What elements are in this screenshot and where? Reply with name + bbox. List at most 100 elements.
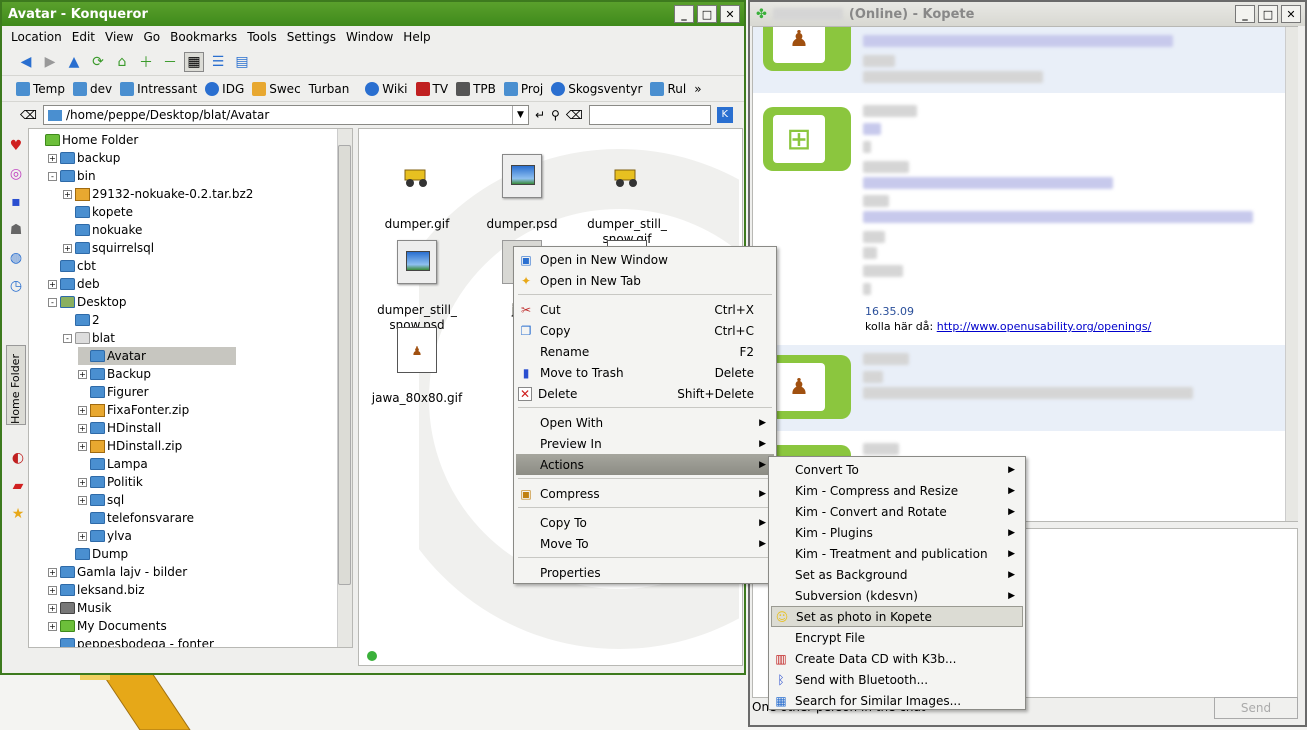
submenu-item[interactable]: ᛒ Send with Bluetooth... — [771, 669, 1023, 690]
services-icon[interactable]: ☗ — [6, 220, 26, 240]
expand-icon[interactable]: + — [63, 243, 72, 253]
bookmark-tv[interactable]: TV — [415, 81, 448, 96]
expand-icon[interactable]: + — [63, 189, 72, 199]
tree-item[interactable]: + FixaFonter.zip — [78, 401, 189, 419]
send-button[interactable]: Send — [1214, 697, 1298, 719]
submenu-item[interactable]: Subversion (kdesvn) ▶ — [771, 585, 1023, 606]
submenu-item[interactable]: ▥ Create Data CD with K3b... — [771, 648, 1023, 669]
tree-item[interactable]: + Politik — [78, 473, 143, 491]
tree-item[interactable]: Figurer — [78, 383, 149, 401]
menu-item-open-new-tab[interactable]: ✦ Open in New Tab — [516, 270, 774, 291]
system-folder-icon[interactable]: ▰ — [8, 476, 28, 496]
zoom-in-icon[interactable]: ＋ — [136, 52, 156, 72]
bookmark-turban[interactable]: Turban — [309, 82, 350, 96]
submenu-item[interactable]: Kim - Plugins ▶ — [771, 522, 1023, 543]
tree-item[interactable]: nokuake — [63, 221, 142, 239]
expand-icon[interactable]: + — [48, 279, 57, 289]
devices-icon[interactable]: ▪ — [6, 192, 26, 212]
menu-tools[interactable]: Tools — [242, 30, 282, 44]
tree-item[interactable]: cbt — [48, 257, 96, 275]
bookmark-tpb[interactable]: TPB — [456, 81, 496, 96]
forward-icon[interactable]: ▶ — [40, 52, 60, 72]
preview-view-icon[interactable]: ▤ — [232, 52, 252, 72]
tree-item[interactable]: + My Documents — [48, 617, 167, 635]
sidebar-tab-home-folder[interactable]: Home Folder — [6, 345, 26, 425]
tree-item[interactable]: Dump — [63, 545, 128, 563]
bookmark-rul[interactable]: Rul — [650, 81, 686, 96]
menu-go[interactable]: Go — [139, 30, 166, 44]
file-item[interactable]: dumper.psd — [472, 141, 572, 232]
expand-icon[interactable]: + — [48, 621, 57, 631]
tree-item[interactable]: + squirrelsql — [63, 239, 154, 257]
minimize-button[interactable]: _ — [674, 5, 694, 23]
tree-item[interactable]: kopete — [63, 203, 133, 221]
expand-icon[interactable]: + — [78, 531, 87, 541]
menu-item-copy[interactable]: ❐ Copy Ctrl+C — [516, 320, 774, 341]
location-input[interactable]: /home/peppe/Desktop/blat/Avatar ▼ — [42, 105, 529, 125]
bookmark-idg[interactable]: IDG — [205, 81, 244, 96]
submenu-item[interactable]: Convert To ▶ — [771, 459, 1023, 480]
tree-scrollbar-thumb[interactable] — [338, 145, 351, 585]
go-icon[interactable]: ↵ — [535, 108, 545, 122]
bookmarks-heart-icon[interactable]: ♥ — [6, 136, 26, 156]
icon-view-icon[interactable]: ▦ — [184, 51, 204, 72]
submenu-item[interactable]: Encrypt File — [771, 627, 1023, 648]
favorites-star-icon[interactable]: ★ — [8, 504, 28, 524]
tree-item[interactable]: peppesbodega - fonter — [48, 635, 214, 647]
more-bookmarks-icon[interactable]: » — [694, 82, 701, 96]
tree-item[interactable]: - Desktop — [48, 293, 127, 311]
tree-item[interactable]: + Backup — [78, 365, 151, 383]
menu-help[interactable]: Help — [398, 30, 435, 44]
menu-item-open-with[interactable]: Open With ▶ — [516, 412, 774, 433]
bookmark-intressant[interactable]: Intressant — [120, 81, 197, 96]
bookmark-skogsventyr[interactable]: Skogsventyr — [551, 81, 642, 96]
menu-item-open-new-window[interactable]: ▣ Open in New Window — [516, 249, 774, 270]
search-provider-icon[interactable]: ⚲ — [551, 108, 560, 122]
clear-location-icon[interactable]: ⌫ — [20, 108, 37, 122]
back-icon[interactable]: ◀ — [16, 52, 36, 72]
tree-item[interactable]: 2 — [63, 311, 100, 329]
menu-location[interactable]: Location — [6, 30, 67, 44]
konqueror-titlebar[interactable]: Avatar - Konqueror _ □ ✕ — [2, 2, 744, 26]
menu-item-move-to[interactable]: Move To ▶ — [516, 533, 774, 554]
network-icon[interactable]: ◍ — [6, 248, 26, 268]
root-folder-icon[interactable]: ◐ — [8, 448, 28, 468]
expand-icon[interactable]: + — [48, 585, 57, 595]
menu-edit[interactable]: Edit — [67, 30, 100, 44]
tree-item[interactable]: telefonsvarare — [78, 509, 194, 527]
tree-root[interactable]: Home Folder — [33, 131, 138, 149]
file-item[interactable]: dumper.gif — [367, 141, 467, 232]
maximize-button[interactable]: □ — [697, 5, 717, 23]
clear-search-icon[interactable]: ⌫ — [566, 108, 583, 122]
submenu-item[interactable]: Kim - Compress and Resize ▶ — [771, 480, 1023, 501]
expand-icon[interactable]: + — [48, 603, 57, 613]
tree-item[interactable]: + ylva — [78, 527, 132, 545]
tree-item[interactable]: Avatar — [78, 347, 236, 365]
menu-window[interactable]: Window — [341, 30, 398, 44]
bookmark-wiki[interactable]: Wiki — [365, 81, 408, 96]
tree-item[interactable]: + Gamla lajv - bilder — [48, 563, 187, 581]
menu-item-properties[interactable]: Properties — [516, 562, 774, 583]
up-icon[interactable]: ▲ — [64, 52, 84, 72]
close-button[interactable]: ✕ — [1281, 5, 1301, 23]
tree-item[interactable]: +29132-nokuake-0.2.tar.bz2 — [63, 185, 253, 203]
close-button[interactable]: ✕ — [720, 5, 740, 23]
chat-scrollbar[interactable] — [1285, 27, 1298, 521]
bookmark-swec[interactable]: Swec — [252, 81, 301, 96]
menu-view[interactable]: View — [100, 30, 138, 44]
menu-item-copy-to[interactable]: Copy To ▶ — [516, 512, 774, 533]
menu-item-move-to-trash[interactable]: ▮ Move to Trash Delete — [516, 362, 774, 383]
submenu-item[interactable]: Kim - Convert and Rotate ▶ — [771, 501, 1023, 522]
bookmark-proj[interactable]: Proj — [503, 81, 543, 96]
submenu-item[interactable]: ☺ Set as photo in Kopete — [771, 606, 1023, 627]
expand-icon[interactable]: + — [48, 567, 57, 577]
detail-view-icon[interactable]: ☰ — [208, 52, 228, 72]
submenu-item[interactable]: ▦ Search for Similar Images... — [771, 690, 1023, 711]
zoom-out-icon[interactable]: － — [160, 52, 180, 72]
expand-icon[interactable]: + — [78, 423, 87, 433]
tree-item[interactable]: + HDinstall.zip — [78, 437, 182, 455]
collapse-icon[interactable]: - — [48, 297, 57, 307]
tree-item[interactable]: + sql — [78, 491, 124, 509]
expand-icon[interactable]: + — [78, 441, 87, 451]
expand-icon[interactable]: + — [48, 153, 57, 163]
